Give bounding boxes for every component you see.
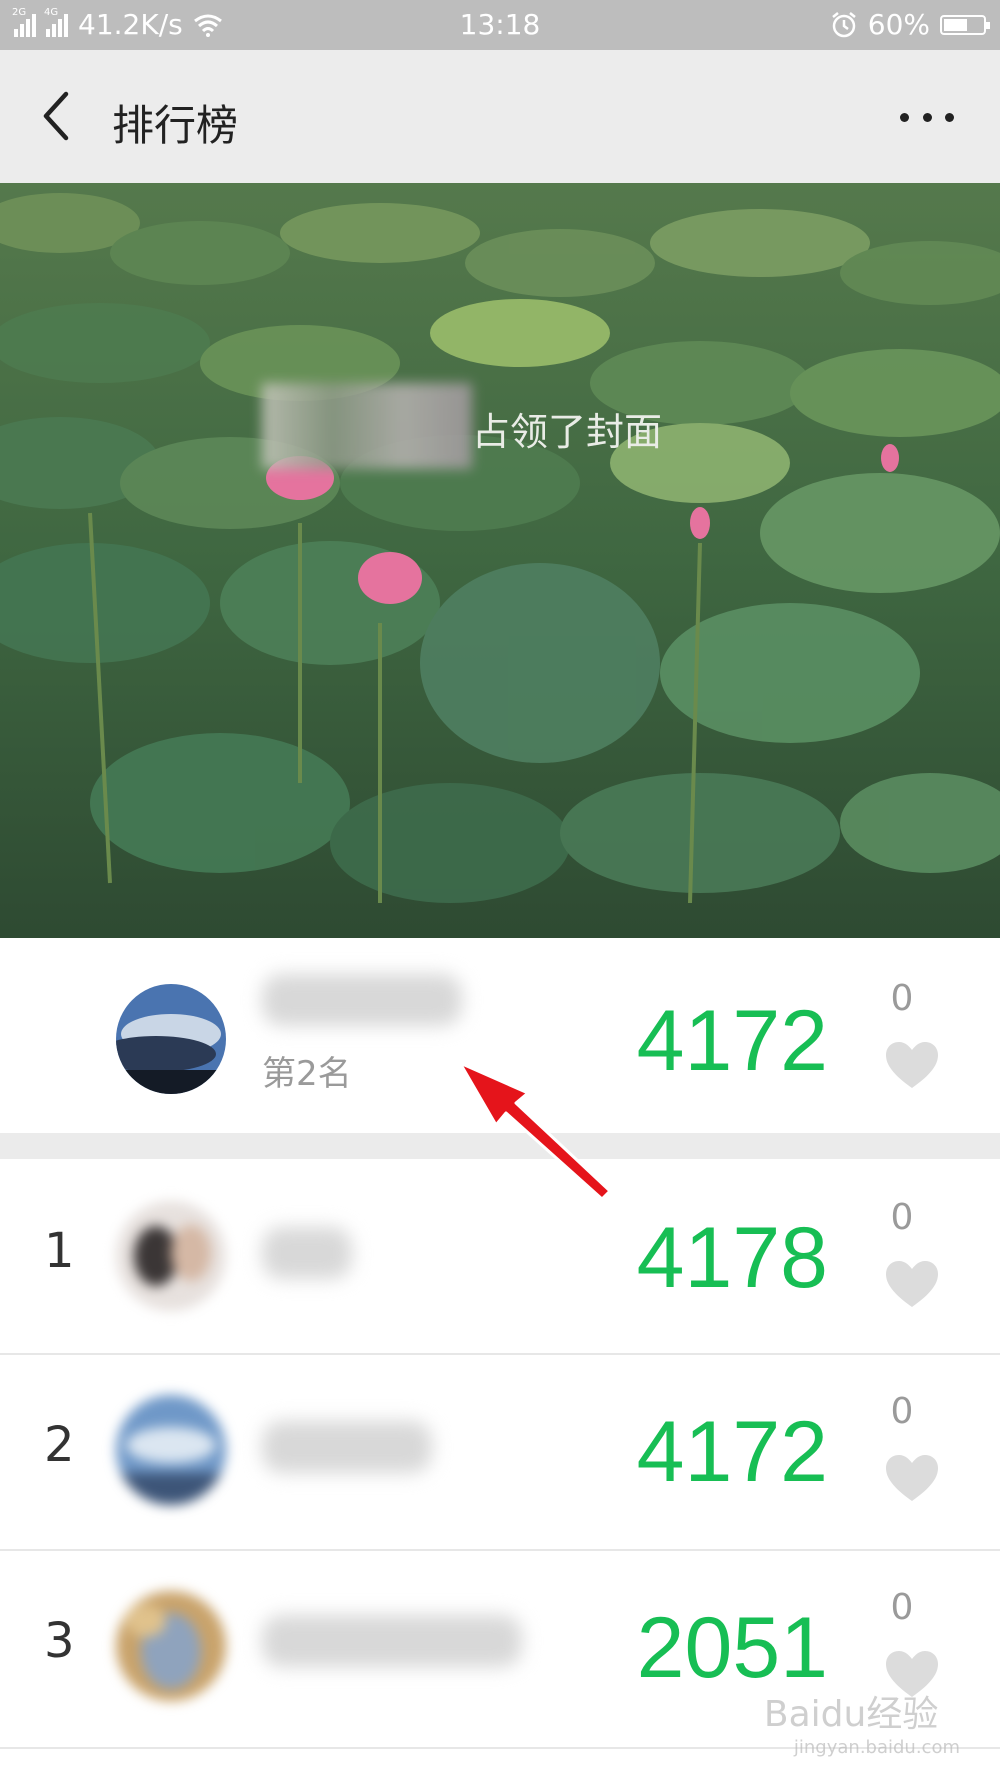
my-step-count: 4172 <box>636 993 828 1089</box>
page-title: 排行榜 <box>112 101 239 150</box>
like-count: 0 <box>890 1587 914 1628</box>
step-count: 2051 <box>636 1600 828 1696</box>
watermark-brand: Baidu经验 <box>763 1694 939 1735</box>
like-count: 0 <box>890 1391 914 1432</box>
lotus-pond-photo <box>0 183 1000 938</box>
battery-icon <box>940 14 990 35</box>
alarm-clock-icon <box>831 11 856 37</box>
rank-number: 2 <box>44 1417 75 1473</box>
like-count: 0 <box>890 1197 914 1238</box>
cover-caption: 占领了封面 <box>472 410 663 454</box>
user-name-blurred <box>262 1227 352 1279</box>
my-avatar[interactable] <box>116 984 226 1094</box>
back-chevron-icon[interactable] <box>36 88 76 144</box>
user-name-blurred <box>262 1421 432 1473</box>
step-count: 4178 <box>636 1210 828 1306</box>
status-bar: 2G 4G 41.2K/s 13:18 60% <box>0 0 1000 50</box>
battery-percent: 60% <box>867 8 930 41</box>
cover-owner-avatar-blurred <box>262 383 472 469</box>
more-options-icon[interactable] <box>900 108 954 126</box>
annotation-arrow-icon <box>458 1061 612 1201</box>
user-avatar[interactable] <box>116 1201 226 1311</box>
my-name-blurred <box>262 974 462 1026</box>
my-rank-label: 第2名 <box>262 1054 352 1094</box>
status-right: 60% <box>830 8 990 41</box>
user-name-blurred <box>262 1615 522 1667</box>
user-avatar[interactable] <box>116 1591 226 1701</box>
user-avatar[interactable] <box>116 1395 226 1505</box>
heart-icon[interactable] <box>886 1042 938 1090</box>
heart-icon[interactable] <box>886 1261 938 1309</box>
rank-number: 3 <box>44 1613 75 1669</box>
nav-bar: 排行榜 <box>0 50 1000 183</box>
heart-icon[interactable] <box>886 1455 938 1503</box>
step-count: 4172 <box>636 1404 828 1500</box>
cover-image[interactable]: 占领了封面 <box>0 183 1000 938</box>
ranking-row[interactable]: 2 4172 0 <box>0 1355 1000 1549</box>
rank-number: 1 <box>44 1223 75 1279</box>
watermark-url: jingyan.baidu.com <box>793 1737 960 1758</box>
baidu-watermark: Baidu经验 jingyan.baidu.com <box>764 1685 960 1758</box>
my-like-count: 0 <box>890 978 914 1019</box>
